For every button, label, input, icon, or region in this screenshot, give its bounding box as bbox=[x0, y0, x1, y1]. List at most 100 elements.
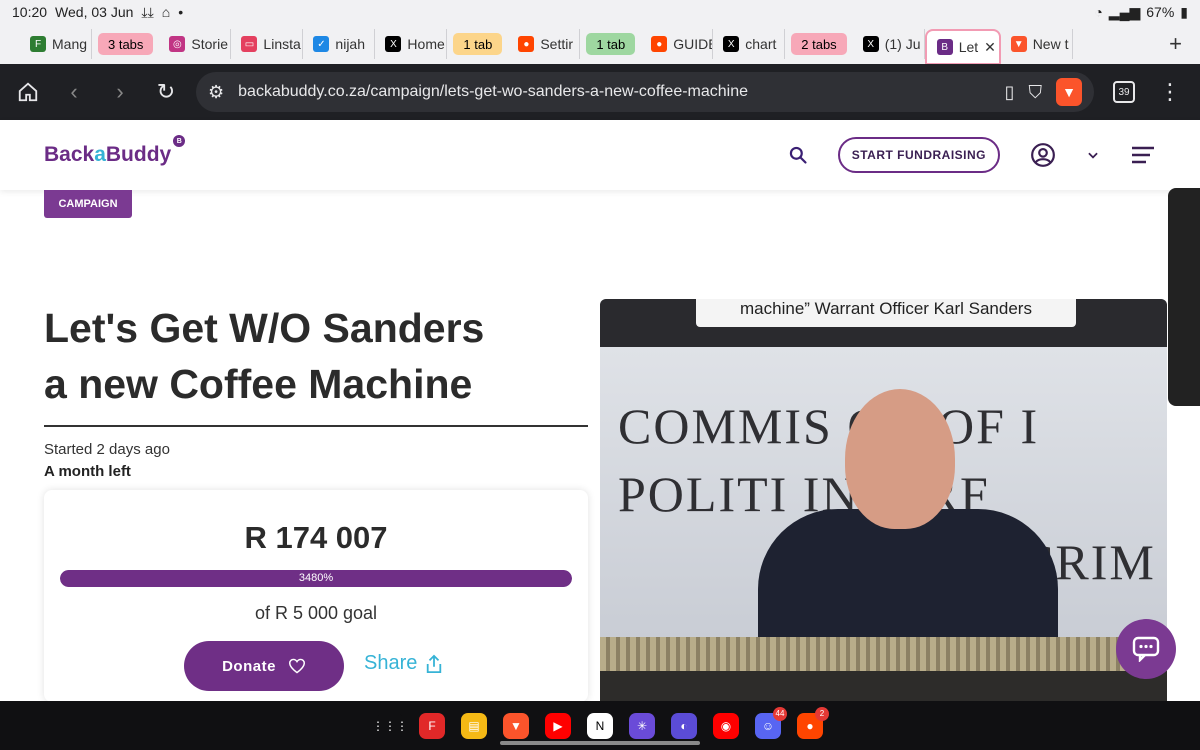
logo-back: Back bbox=[44, 143, 95, 166]
tab[interactable]: ● GUIDE bbox=[641, 29, 714, 59]
tab-group-pill[interactable]: 3 tabs bbox=[98, 33, 154, 55]
address-bar[interactable]: ⚙ backabuddy.co.za/campaign/lets-get-wo-… bbox=[196, 72, 1094, 112]
tab-label: (1) Ju bbox=[884, 36, 921, 52]
tab[interactable]: X Home bbox=[375, 29, 448, 59]
battery-level: 67% bbox=[1146, 4, 1175, 20]
account-icon[interactable] bbox=[1030, 142, 1056, 168]
app-drawer-icon[interactable]: ⋮⋮⋮ bbox=[372, 712, 408, 739]
tab-group-pill[interactable]: 2 tabs bbox=[791, 33, 847, 55]
site-header: BackaBuddy B START FUNDRAISING bbox=[0, 120, 1200, 190]
notion-icon[interactable]: N bbox=[587, 712, 613, 739]
campaign-tag: CAMPAIGN bbox=[44, 190, 132, 218]
heart-icon bbox=[288, 658, 305, 674]
search-icon[interactable] bbox=[788, 145, 808, 165]
flipboard-icon[interactable]: F bbox=[419, 712, 445, 739]
donation-card: R 174 007 3480% of R 5 000 goal Donate S… bbox=[44, 490, 588, 702]
dot-icon: • bbox=[178, 4, 184, 20]
site-settings-icon[interactable]: ⚙ bbox=[208, 82, 224, 103]
chevron-down-icon[interactable] bbox=[1086, 148, 1100, 162]
notification-badge: 44 bbox=[773, 706, 787, 721]
notification-badge: 2 bbox=[815, 706, 829, 721]
campaign-title: Let's Get W/O Sanders a new Coffee Machi… bbox=[44, 300, 584, 412]
tab[interactable]: ◎ Storie bbox=[159, 29, 232, 59]
status-date: Wed, 03 Jun bbox=[55, 4, 134, 20]
video-caption: machine” Warrant Officer Karl Sanders bbox=[696, 299, 1076, 327]
title-divider bbox=[44, 425, 588, 427]
logo-badge: B bbox=[173, 135, 186, 147]
tab-label: nijah bbox=[335, 36, 366, 52]
send-to-device-icon[interactable]: ▯ bbox=[1005, 82, 1015, 103]
back-button[interactable]: ‹ bbox=[58, 76, 90, 108]
share-button[interactable]: Share bbox=[364, 652, 443, 675]
backabuddy-logo[interactable]: BackaBuddy B bbox=[44, 135, 186, 167]
reload-button[interactable]: ↻ bbox=[150, 76, 182, 108]
tab-favicon-icon: ✓ bbox=[313, 36, 330, 52]
tab[interactable]: ✓ nijah bbox=[303, 29, 376, 59]
bookmark-icon[interactable]: ⛉ bbox=[1029, 82, 1043, 103]
tab-active[interactable]: B Let ✕ bbox=[924, 29, 1001, 65]
more-vert-icon: ⋮ bbox=[1159, 79, 1181, 104]
tab-favicon-icon: ▭ bbox=[241, 36, 258, 52]
tab-label: New t bbox=[1032, 36, 1069, 52]
chat-button[interactable] bbox=[1116, 619, 1176, 679]
tab[interactable]: Xchart bbox=[713, 29, 786, 59]
time-left-text: A month left bbox=[44, 463, 131, 480]
signal-icon: ▂▄▆ bbox=[1108, 3, 1141, 20]
tab-favicon-icon: B bbox=[936, 39, 953, 55]
internet-icon[interactable]: ◐ bbox=[671, 712, 697, 739]
donate-button[interactable]: Donate bbox=[184, 641, 344, 691]
discord-icon[interactable]: ☺ 44 bbox=[755, 706, 787, 739]
tab[interactable]: ▼ New t bbox=[1001, 29, 1073, 59]
start-fundraising-button[interactable]: START FUNDRAISING bbox=[837, 137, 1000, 173]
brave-shields-icon[interactable]: ▼ bbox=[1056, 78, 1082, 106]
home-icon bbox=[18, 82, 38, 102]
forward-button[interactable]: › bbox=[104, 76, 136, 108]
amount-raised: R 174 007 bbox=[244, 520, 388, 555]
side-panel-edge[interactable] bbox=[1168, 188, 1200, 406]
tab[interactable]: ▭ Linsta bbox=[231, 29, 304, 59]
chevron-left-icon: ‹ bbox=[70, 79, 78, 104]
logo-a: a bbox=[94, 143, 106, 166]
youtube-icon[interactable]: ▶ bbox=[545, 712, 571, 739]
progress-bar: 3480% bbox=[60, 570, 572, 587]
tab[interactable]: F Mang bbox=[20, 29, 92, 59]
tab[interactable]: ● Settir bbox=[508, 29, 581, 59]
browser-menu-button[interactable]: ⋮ bbox=[1154, 76, 1186, 108]
url-text: backabuddy.co.za/campaign/lets-get-wo-sa… bbox=[238, 83, 749, 100]
tab-favicon-icon: ● bbox=[518, 36, 535, 52]
tab-strip: F Mang 3 tabs ◎ Storie ▭ Linsta ✓ nijah X Home 1 ta… bbox=[0, 24, 1200, 65]
campaign-title-line1: Let's Get W/O Sanders bbox=[44, 305, 485, 351]
tab-favicon-icon: F bbox=[30, 36, 46, 52]
close-tab-icon[interactable]: ✕ bbox=[984, 39, 996, 56]
tab-label: GUIDE bbox=[673, 36, 714, 52]
started-text: Started 2 days ago bbox=[44, 441, 170, 458]
tab-switcher-button[interactable]: 39 bbox=[1108, 76, 1140, 108]
speaker-head bbox=[845, 389, 955, 529]
share-label: Share bbox=[364, 652, 418, 674]
grid-app-icon[interactable]: ✳ bbox=[629, 712, 655, 739]
tab-count: 39 bbox=[1113, 81, 1135, 103]
tab-favicon-icon: ▼ bbox=[1010, 36, 1027, 52]
reddit-icon[interactable]: ● 2 bbox=[797, 706, 829, 739]
gamepad-icon: ⌂ bbox=[161, 4, 171, 20]
reload-icon: ↻ bbox=[156, 79, 176, 104]
campaign-title-line2: a new Coffee Machine bbox=[44, 361, 473, 407]
tab-label: Home bbox=[407, 36, 445, 52]
campaign-video[interactable]: COMMIS ON OF I POLITI INTERF CRIM machin… bbox=[600, 299, 1167, 701]
tab-favicon-icon: ● bbox=[651, 36, 668, 52]
brave-icon[interactable]: ▼ bbox=[503, 712, 529, 739]
new-tab-button[interactable]: + bbox=[1169, 31, 1182, 57]
hamburger-menu-icon[interactable] bbox=[1130, 145, 1156, 165]
tab-label: Let bbox=[958, 39, 979, 55]
tab-group-pill[interactable]: 1 tab bbox=[586, 33, 636, 55]
wifi-icon: ◔ bbox=[1094, 4, 1103, 20]
notes-icon[interactable]: ▤ bbox=[461, 712, 487, 739]
tab[interactable]: X (1) Ju bbox=[853, 29, 925, 59]
download-icon: ⤓⤓ bbox=[141, 3, 154, 20]
tab-group-pill[interactable]: 1 tab bbox=[453, 33, 503, 55]
home-button[interactable] bbox=[12, 76, 44, 108]
gesture-handle[interactable] bbox=[500, 741, 700, 745]
wall-text-line1: COMMIS ON OF I bbox=[618, 398, 1040, 454]
browser-toolbar: ‹ › ↻ ⚙ backabuddy.co.za/campaign/lets-g… bbox=[0, 64, 1200, 120]
youtube-music-icon[interactable]: ◉ bbox=[713, 712, 739, 739]
